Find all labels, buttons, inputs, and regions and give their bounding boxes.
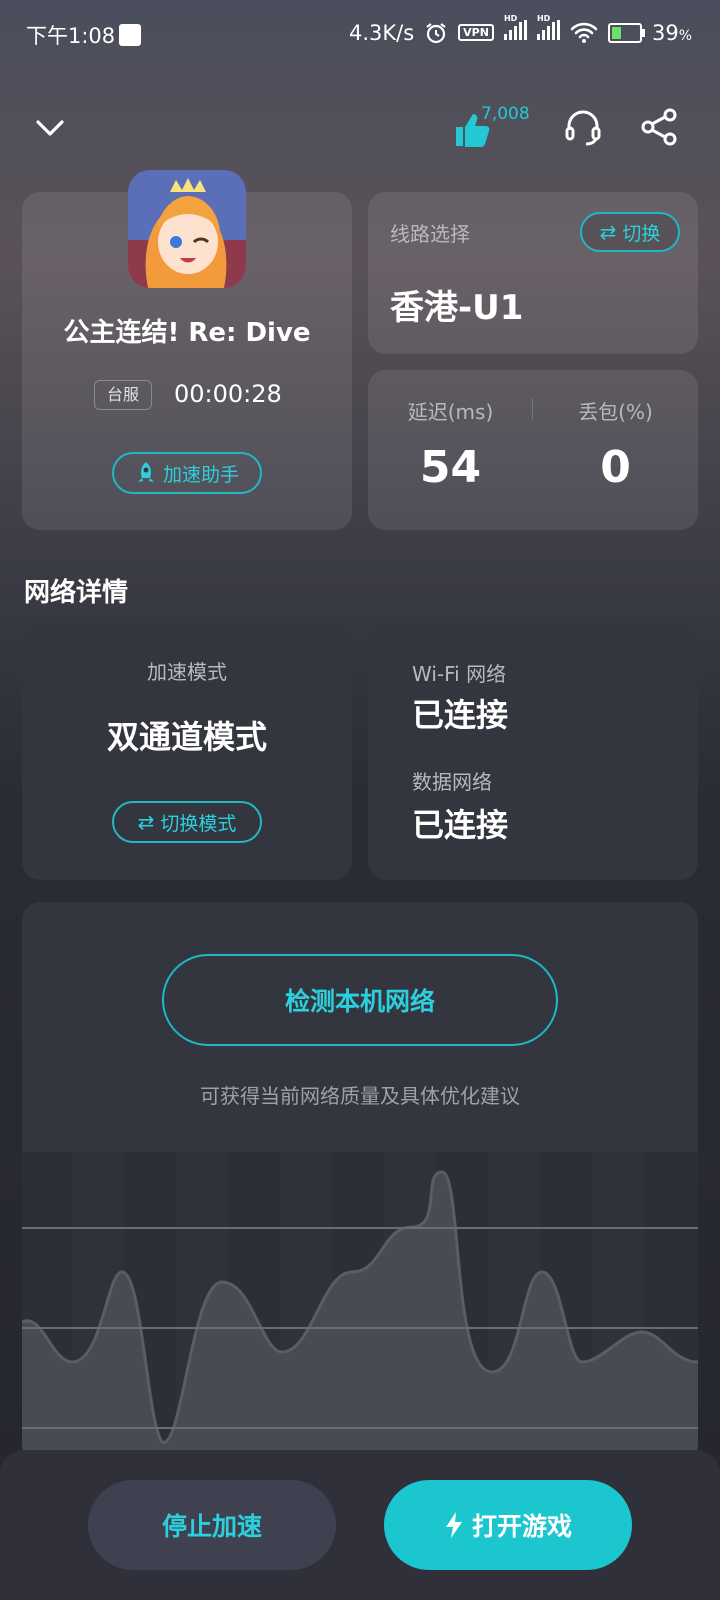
detect-hint: 可获得当前网络质量及具体优化建议	[200, 1084, 520, 1108]
assistant-label: 加速助手	[162, 463, 239, 486]
alarm-icon	[426, 22, 446, 43]
vpn-badge: VPN	[458, 24, 494, 41]
loss-value: 0	[600, 442, 631, 493]
chevron-down-icon	[36, 120, 64, 136]
mode-switch-button[interactable]: ⇄ 切换模式	[112, 801, 262, 843]
mode-label: 加速模式	[147, 660, 227, 684]
rocket-icon	[137, 462, 154, 482]
status-bar: 下午1:08 4.3K/s VPN HD HD 39%	[0, 0, 720, 66]
like-button[interactable]: 7,008	[452, 104, 542, 154]
battery-percent: 39	[651, 20, 679, 45]
collapse-button[interactable]	[30, 108, 70, 148]
network-wave-graph	[22, 1152, 698, 1462]
wifi-status: 已连接	[412, 696, 509, 734]
battery-icon	[607, 22, 645, 43]
share-icon	[641, 108, 677, 146]
detect-network-label: 检测本机网络	[284, 987, 435, 1016]
stop-acceleration-button[interactable]: 停止加速	[88, 1480, 336, 1570]
open-game-label: 打开游戏	[471, 1512, 572, 1541]
latency-label: 延迟(ms)	[407, 400, 494, 424]
signal-bars-icon	[536, 20, 560, 40]
detect-network-button[interactable]: 检测本机网络	[162, 954, 558, 1046]
data-status: 已连接	[412, 806, 509, 844]
notification-square-icon	[119, 24, 142, 46]
game-icon	[128, 170, 246, 288]
latency-value: 54	[419, 442, 482, 493]
signal-bars-icon	[503, 20, 527, 40]
route-switch-button[interactable]: ⇄ 切换	[580, 212, 680, 252]
session-timer: 00:00:28	[174, 380, 282, 408]
section-title: 网络详情	[24, 578, 129, 608]
mode-switch-label: 切换模式	[160, 812, 237, 835]
route-value: 香港-U1	[390, 288, 524, 328]
mode-value: 双通道模式	[106, 718, 267, 756]
status-time: 下午1:08	[26, 20, 142, 50]
wifi-label: Wi-Fi 网络	[412, 662, 507, 686]
share-button[interactable]	[638, 106, 680, 148]
headset-icon	[565, 110, 601, 146]
swap-icon: ⇄	[599, 220, 617, 244]
like-count: 7,008	[481, 104, 530, 124]
data-label: 数据网络	[412, 770, 492, 794]
swap-icon: ⇄	[137, 810, 155, 834]
status-right: 4.3K/s VPN HD HD 39%	[348, 14, 692, 45]
signal-1: HD	[503, 14, 527, 45]
loss-label: 丢包(%)	[578, 400, 653, 424]
wifi-icon	[570, 22, 598, 43]
server-badge: 台服	[94, 380, 152, 410]
stop-acceleration-label: 停止加速	[161, 1512, 262, 1541]
network-speed: 4.3K/s	[348, 20, 415, 45]
open-game-button[interactable]: 打开游戏	[384, 1480, 632, 1570]
assistant-button[interactable]: 加速助手	[112, 452, 262, 494]
route-label: 线路选择	[390, 222, 470, 246]
route-switch-label: 切换	[622, 222, 661, 245]
lightning-icon	[445, 1512, 462, 1538]
support-button[interactable]	[562, 106, 604, 148]
signal-2: HD	[536, 14, 560, 45]
game-title: 公主连结! Re: Dive	[63, 318, 311, 348]
